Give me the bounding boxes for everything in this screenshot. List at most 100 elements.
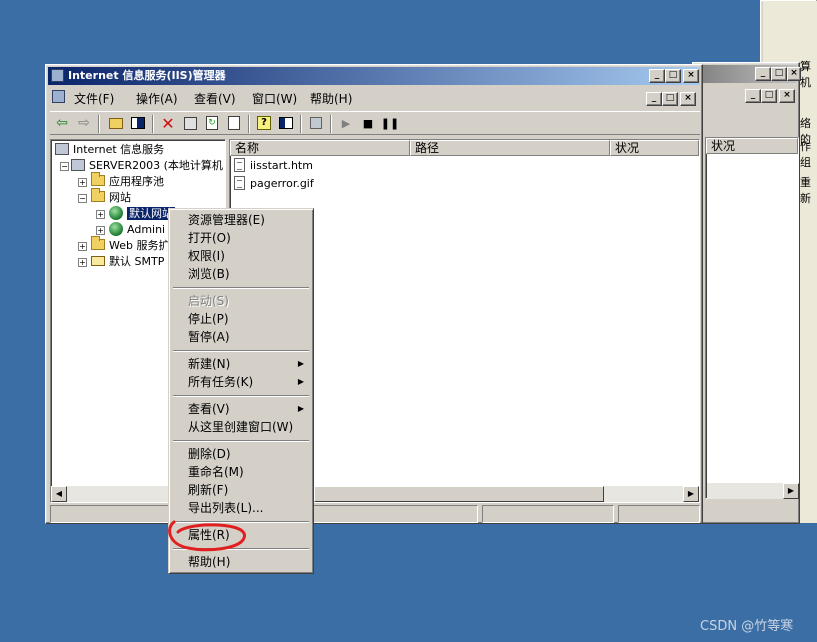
inactive-close-button[interactable]: ×: [787, 67, 801, 81]
inactive-minimize-button[interactable]: _: [755, 67, 771, 81]
column-header-path[interactable]: 路径: [410, 140, 610, 156]
child-minimize-button[interactable]: _: [646, 92, 662, 106]
export-list-icon: [228, 116, 240, 130]
minimize-button[interactable]: _: [649, 69, 665, 83]
menu-item-pause[interactable]: 暂停(A): [172, 328, 310, 346]
mmc-icon: [52, 90, 65, 103]
column-header-name[interactable]: 名称: [230, 140, 410, 156]
inactive-mmc-window[interactable]: _ □ × _ □ × 状况 ▶: [692, 62, 801, 524]
inactive-child-restore[interactable]: □: [761, 89, 777, 103]
back-button[interactable]: ⇦: [52, 113, 72, 133]
server-icon: [71, 159, 85, 171]
tree-admin-website[interactable]: Admini: [109, 222, 165, 238]
close-button[interactable]: ×: [683, 69, 699, 83]
smtp-expand-toggle[interactable]: +: [78, 258, 87, 267]
stop-button[interactable]: ■: [358, 113, 378, 133]
child-restore-button[interactable]: □: [662, 92, 678, 106]
list-scroll-right-button[interactable]: ▶: [683, 486, 699, 502]
menu-item-refresh[interactable]: 刷新(F): [172, 481, 310, 499]
tree-scroll-left-button[interactable]: ◀: [51, 486, 67, 502]
menu-action[interactable]: 操作(A): [136, 90, 178, 108]
folder-icon: [91, 172, 105, 186]
inactive-child-close[interactable]: ×: [779, 89, 795, 103]
titlebar[interactable]: Internet 信息服务(IIS)管理器: [48, 67, 700, 85]
tree-app-pools[interactable]: 应用程序池: [91, 172, 164, 190]
connect-computer-button[interactable]: [306, 113, 326, 133]
iis-manager-window[interactable]: Internet 信息服务(IIS)管理器 _ □ × 文件(F) 操作(A) …: [45, 64, 703, 524]
default-site-expand-toggle[interactable]: +: [96, 210, 105, 219]
inactive-hscrollbar[interactable]: ▶: [707, 483, 799, 499]
menu-item-browse[interactable]: 浏览(B): [172, 265, 310, 283]
server-collapse-toggle[interactable]: −: [60, 162, 69, 171]
inactive-scroll-right-button[interactable]: ▶: [783, 483, 799, 499]
globe-icon: [109, 222, 123, 236]
export-list-button[interactable]: [224, 113, 244, 133]
list-scroll-thumb[interactable]: [314, 486, 604, 502]
menu-item-rename[interactable]: 重命名(M): [172, 463, 310, 481]
menu-item-open[interactable]: 打开(O): [172, 229, 310, 247]
show-hide-tree-button[interactable]: [128, 113, 148, 133]
inactive-child-minimize[interactable]: _: [745, 89, 761, 103]
help-button[interactable]: ?: [254, 113, 274, 133]
start-button[interactable]: ▶: [336, 113, 356, 133]
inactive-maximize-button[interactable]: □: [771, 67, 787, 81]
column-header-status[interactable]: 状况: [610, 140, 699, 156]
folder-icon: [91, 236, 105, 250]
menu-item-view[interactable]: 查看(V) ▶: [172, 400, 310, 418]
tree-web-service-extensions[interactable]: Web 服务扩: [91, 236, 169, 254]
stop-icon: ■: [362, 116, 374, 130]
menu-help[interactable]: 帮助(H): [310, 90, 352, 108]
submenu-arrow-icon: ▶: [297, 404, 304, 413]
menu-window[interactable]: 窗口(W): [252, 90, 297, 108]
maximize-button[interactable]: □: [665, 69, 681, 83]
menu-item-stop[interactable]: 停止(P): [172, 310, 310, 328]
menu-item-all-tasks[interactable]: 所有任务(K) ▶: [172, 373, 310, 391]
menu-separator: [173, 395, 309, 397]
delete-button[interactable]: ✕: [158, 113, 178, 133]
status-bar-pane-3: [618, 505, 700, 523]
folder-up-icon: [109, 117, 123, 129]
inactive-list-pane[interactable]: 状况: [705, 137, 799, 499]
toolbar: ⇦ ⇨ ✕ ↻ ? ▶ ■ ❚❚: [50, 111, 700, 135]
menu-item-new[interactable]: 新建(N) ▶: [172, 355, 310, 373]
menu-view[interactable]: 查看(V): [194, 90, 236, 108]
show-hide-action-pane-button[interactable]: [276, 113, 296, 133]
forward-button[interactable]: ⇨: [74, 113, 94, 133]
tree-root[interactable]: Internet 信息服务: [55, 142, 164, 158]
tree-websites[interactable]: 网站: [91, 188, 131, 206]
web-ext-expand-toggle[interactable]: +: [78, 242, 87, 251]
properties-icon: [183, 116, 197, 130]
pause-button[interactable]: ❚❚: [380, 113, 400, 133]
help-icon: ?: [257, 116, 271, 130]
iis-root-icon: [55, 143, 69, 155]
list-item[interactable]: pagerror.gif: [234, 176, 314, 192]
watermark: CSDN @竹等寒: [700, 619, 794, 634]
menu-item-new-window-from-here[interactable]: 从这里创建窗口(W): [172, 418, 310, 436]
admin-site-expand-toggle[interactable]: +: [96, 226, 105, 235]
menu-item-export-list[interactable]: 导出列表(L)...: [172, 499, 310, 517]
menu-item-explore[interactable]: 资源管理器(E): [172, 211, 310, 229]
console-tree-icon: [131, 117, 145, 129]
menu-item-help[interactable]: 帮助(H): [172, 553, 310, 571]
arrow-right-icon: ⇨: [78, 115, 90, 131]
inactive-status-header[interactable]: 状况: [706, 138, 798, 154]
refresh-button[interactable]: ↻: [202, 113, 222, 133]
menu-item-delete[interactable]: 删除(D): [172, 445, 310, 463]
back-text-4: 重新: [800, 176, 811, 205]
submenu-arrow-icon: ▶: [297, 377, 304, 386]
tree-default-smtp[interactable]: 默认 SMTP: [91, 254, 164, 270]
menu-item-start: 启动(S): [188, 294, 229, 308]
websites-collapse-toggle[interactable]: −: [78, 194, 87, 203]
menu-item-permissions[interactable]: 权限(I): [172, 247, 310, 265]
tree-default-website[interactable]: 默认网站: [109, 206, 175, 222]
back-text-1: 算机: [800, 60, 811, 89]
pause-icon: ❚❚: [380, 116, 400, 130]
pane-icon: [279, 117, 293, 129]
up-level-button[interactable]: [106, 113, 126, 133]
menu-file[interactable]: 文件(F): [74, 90, 114, 108]
app-pools-expand-toggle[interactable]: +: [78, 178, 87, 187]
iis-app-icon: [51, 69, 64, 82]
list-item[interactable]: iisstart.htm: [234, 158, 313, 174]
properties-button[interactable]: [180, 113, 200, 133]
child-close-button[interactable]: ×: [680, 92, 696, 106]
